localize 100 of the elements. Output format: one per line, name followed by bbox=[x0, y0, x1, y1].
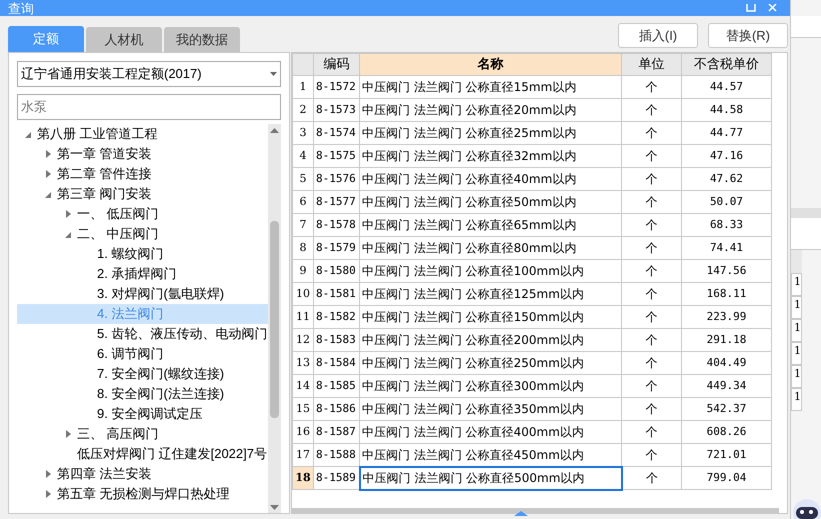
tree-item[interactable]: 第三章 阀门安装 bbox=[17, 184, 268, 204]
column-header[interactable]: 名称 bbox=[360, 54, 622, 76]
row-number[interactable]: 10 bbox=[292, 282, 314, 306]
table-cell: 中压阀门 法兰阀门 公称直径200mm以内 bbox=[360, 328, 622, 352]
table-cell: 个 bbox=[622, 260, 682, 282]
expand-arrow-icon[interactable] bbox=[45, 170, 51, 178]
tree-item[interactable]: 第五章 无损检测与焊口热处理 bbox=[17, 484, 268, 504]
tree-item[interactable]: 3. 对焊阀门(氩电联焊) bbox=[17, 284, 268, 304]
table-cell: 721.01 bbox=[682, 444, 772, 466]
table-cell: 147.56 bbox=[682, 260, 772, 282]
tab[interactable]: 人材机 bbox=[86, 27, 162, 53]
tree-item[interactable]: 5. 齿轮、液压传动、电动阀门 bbox=[17, 324, 268, 344]
action-button[interactable]: 插入(I) bbox=[618, 23, 698, 48]
table-cell: 个 bbox=[622, 76, 682, 98]
tree-item[interactable]: 第八册 工业管道工程 bbox=[17, 124, 268, 144]
row-number[interactable]: 1 bbox=[292, 76, 314, 98]
tree-item[interactable]: 8. 安全阀门(法兰连接) bbox=[17, 384, 268, 404]
table-cell: 个 bbox=[622, 122, 682, 144]
tree-item[interactable]: 第一章 管道安装 bbox=[17, 144, 268, 164]
row-number[interactable]: 9 bbox=[292, 260, 314, 282]
expand-arrow-icon[interactable] bbox=[45, 490, 51, 498]
table-cell: 个 bbox=[622, 144, 682, 168]
row-number[interactable]: 16 bbox=[292, 420, 314, 444]
tree-item[interactable]: 一、 低压阀门 bbox=[17, 204, 268, 224]
expand-arrow-icon[interactable] bbox=[45, 150, 51, 158]
scroll-up-icon[interactable] bbox=[270, 128, 279, 133]
tree-item[interactable]: 低压对焊阀门 辽住建发[2022]7号 bbox=[17, 444, 268, 464]
collapse-arrow-icon[interactable] bbox=[45, 190, 51, 198]
row-number[interactable]: 13 bbox=[292, 352, 314, 374]
row-number[interactable]: 4 bbox=[292, 144, 314, 168]
tree-item[interactable]: 2. 承插焊阀门 bbox=[17, 264, 268, 284]
table-cell: 1 bbox=[791, 273, 802, 296]
dropdown-arrow-icon bbox=[270, 72, 277, 76]
window-title: 查询 bbox=[8, 0, 34, 16]
column-header[interactable]: 单位 bbox=[622, 54, 682, 76]
tree-item[interactable]: 9. 安全阀调试定压 bbox=[17, 404, 268, 424]
table-cell: 个 bbox=[622, 420, 682, 444]
search-field[interactable]: 水泵 bbox=[17, 94, 281, 120]
row-number[interactable]: 3 bbox=[292, 122, 314, 144]
tab[interactable]: 我的数据 bbox=[164, 27, 240, 53]
table-cell: 44.77 bbox=[682, 122, 772, 144]
row-number[interactable]: 2 bbox=[292, 98, 314, 122]
tree-item[interactable]: 二、 中压阀门 bbox=[17, 224, 268, 244]
table-cell: 542.37 bbox=[682, 398, 772, 420]
collapse-handle-icon[interactable] bbox=[514, 511, 528, 516]
table-cell: 74.41 bbox=[682, 236, 772, 260]
column-header[interactable]: 编码 bbox=[314, 54, 360, 76]
expand-arrow-icon[interactable] bbox=[65, 430, 71, 438]
table-cell: 个 bbox=[622, 328, 682, 352]
robot-icon[interactable] bbox=[791, 497, 821, 519]
table-cell: 799.04 bbox=[682, 466, 772, 490]
close-icon[interactable] bbox=[768, 4, 778, 12]
row-number[interactable]: 18 bbox=[292, 466, 314, 490]
collapse-arrow-icon[interactable] bbox=[25, 130, 31, 138]
table-cell: 8-1573 bbox=[314, 98, 360, 122]
table-cell: 个 bbox=[622, 398, 682, 420]
tree-item[interactable]: 6. 调节阀门 bbox=[17, 344, 268, 364]
tree-item[interactable]: 第四章 法兰安装 bbox=[17, 464, 268, 484]
table-cell: 449.34 bbox=[682, 374, 772, 398]
tree-item[interactable]: 7. 安全阀门(螺纹连接) bbox=[17, 364, 268, 384]
row-number[interactable]: 5 bbox=[292, 168, 314, 190]
table-cell: 8-1572 bbox=[314, 76, 360, 98]
row-number[interactable]: 14 bbox=[292, 374, 314, 398]
expand-arrow-icon[interactable] bbox=[65, 210, 71, 218]
maximize-icon[interactable] bbox=[746, 4, 756, 12]
table-cell: 8-1586 bbox=[314, 398, 360, 420]
collapse-arrow-icon[interactable] bbox=[65, 230, 71, 238]
row-number[interactable]: 11 bbox=[292, 306, 314, 328]
table-cell: 8-1583 bbox=[314, 328, 360, 352]
library-dropdown[interactable]: 辽宁省通用安装工程定额(2017) bbox=[17, 61, 281, 87]
row-number[interactable]: 6 bbox=[292, 190, 314, 214]
table-cell: 8-1576 bbox=[314, 168, 360, 190]
row-number[interactable]: 7 bbox=[292, 214, 314, 236]
row-number[interactable]: 15 bbox=[292, 398, 314, 420]
table-cell: 个 bbox=[622, 190, 682, 214]
table-cell: 8-1584 bbox=[314, 352, 360, 374]
row-number[interactable]: 8 bbox=[292, 236, 314, 260]
action-button[interactable]: 替换(R) bbox=[708, 23, 788, 48]
scroll-down-icon[interactable] bbox=[270, 505, 279, 510]
tree-item[interactable]: 1. 螺纹阀门 bbox=[17, 244, 268, 264]
table-cell: 608.26 bbox=[682, 420, 772, 444]
table-cell: 8-1577 bbox=[314, 190, 360, 214]
table-cell: 个 bbox=[622, 236, 682, 260]
tree-item[interactable]: 第二章 管件连接 bbox=[17, 164, 268, 184]
column-header[interactable]: 不含税单价 bbox=[682, 54, 772, 76]
table-cell: 中压阀门 法兰阀门 公称直径125mm以内 bbox=[360, 282, 622, 306]
table-cell: 个 bbox=[622, 98, 682, 122]
scroll-thumb[interactable] bbox=[270, 221, 279, 418]
scrollbar[interactable] bbox=[268, 124, 281, 513]
table-cell: 44.58 bbox=[682, 98, 772, 122]
tree-item[interactable]: 三、 高压阀门 bbox=[17, 424, 268, 444]
expand-arrow-icon[interactable] bbox=[45, 470, 51, 478]
row-number[interactable]: 12 bbox=[292, 328, 314, 352]
table-cell: 8-1587 bbox=[314, 420, 360, 444]
table-cell: 223.99 bbox=[682, 306, 772, 328]
table-cell: 中压阀门 法兰阀门 公称直径32mm以内 bbox=[360, 144, 622, 168]
table-cell: 中压阀门 法兰阀门 公称直径40mm以内 bbox=[360, 168, 622, 190]
table-cell: 中压阀门 法兰阀门 公称直径50mm以内 bbox=[360, 190, 622, 214]
table-cell: 中压阀门 法兰阀门 公称直径350mm以内 bbox=[360, 398, 622, 420]
table-cell: 中压阀门 法兰阀门 公称直径80mm以内 bbox=[360, 236, 622, 260]
